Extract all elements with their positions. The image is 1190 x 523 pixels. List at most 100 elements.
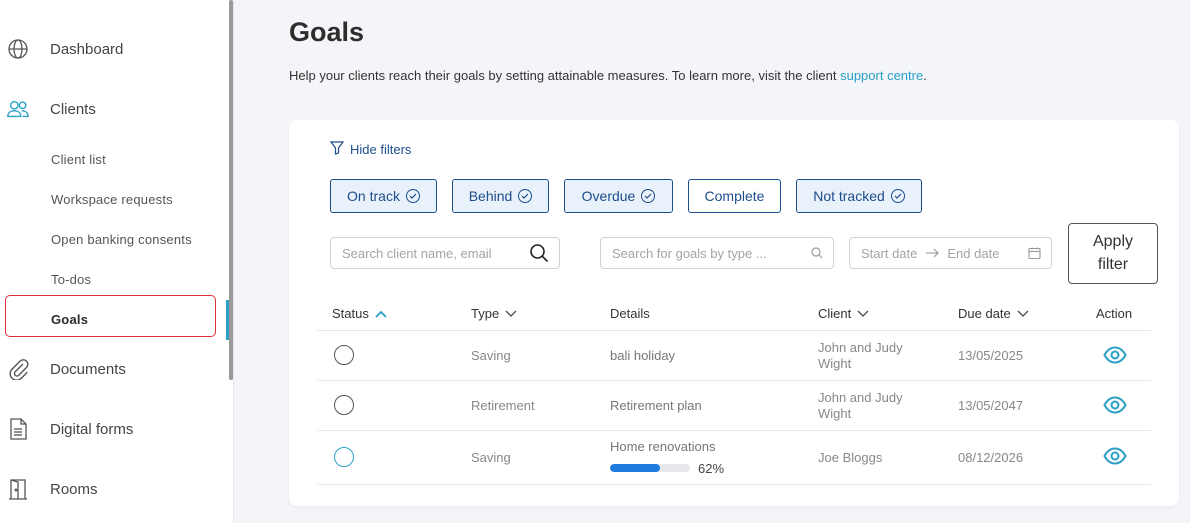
- filter-chip-behind[interactable]: Behind: [452, 179, 549, 213]
- cell-client: John and Judy: [818, 340, 903, 355]
- cell-due-date: 13/05/2047: [958, 398, 1024, 413]
- table-divider: [317, 330, 1151, 331]
- users-icon: [6, 97, 30, 121]
- start-date-placeholder: Start date: [861, 245, 918, 261]
- chip-label: Not tracked: [813, 188, 885, 204]
- apply-label-line2: filter: [1097, 256, 1129, 273]
- status-circle-icon[interactable]: [334, 447, 354, 467]
- cell-type: Retirement: [471, 398, 535, 413]
- filter-chip-complete[interactable]: Complete: [688, 179, 781, 213]
- search-icon[interactable]: [529, 243, 549, 263]
- globe-icon: [6, 37, 30, 61]
- header-label: Status: [332, 306, 369, 321]
- progress-percent: 62%: [698, 461, 725, 476]
- view-eye-icon[interactable]: [1103, 346, 1127, 364]
- chevron-down-icon: [857, 310, 869, 318]
- cell-client: John and Judy: [818, 390, 903, 405]
- nav-label: Documents: [50, 360, 126, 378]
- table-divider: [317, 380, 1151, 381]
- header-label: Action: [1096, 306, 1133, 321]
- goal-progress-bar: [610, 464, 690, 472]
- header-label: Due date: [958, 306, 1011, 321]
- chip-label: Complete: [704, 188, 765, 204]
- sidebar-item-workspace-requests[interactable]: Workspace requests: [51, 192, 173, 207]
- header-details: Details: [610, 306, 650, 321]
- apply-label-line1: Apply: [1092, 233, 1134, 250]
- goals-card: [289, 120, 1179, 506]
- header-due-date[interactable]: Due date: [958, 306, 1029, 321]
- end-date-placeholder: End date: [947, 245, 1000, 261]
- filter-chip-not-tracked[interactable]: Not tracked: [796, 179, 922, 213]
- nav-label: Digital forms: [50, 420, 134, 438]
- cell-due-date: 08/12/2026: [958, 450, 1024, 465]
- date-range-input[interactable]: Start date End date: [849, 237, 1052, 269]
- sidebar: Dashboard Clients Client list Workspace …: [0, 0, 234, 523]
- chip-label: Overdue: [581, 188, 636, 204]
- active-indicator: [226, 300, 229, 340]
- nav-label: Rooms: [50, 480, 98, 498]
- sidebar-item-client-list[interactable]: Client list: [51, 152, 106, 167]
- view-eye-icon[interactable]: [1103, 396, 1127, 414]
- arrow-right-icon: [925, 248, 940, 258]
- client-search-placeholder: Search client name, email: [342, 245, 492, 261]
- cell-type: Saving: [471, 450, 511, 465]
- hide-filters-button[interactable]: Hide filters: [329, 141, 412, 158]
- header-action: Action: [1096, 306, 1132, 321]
- form-icon: [6, 417, 30, 441]
- cell-type: Saving: [471, 348, 511, 363]
- cell-due-date: 13/05/2025: [958, 348, 1024, 363]
- nav-label: Dashboard: [50, 40, 124, 58]
- filter-chip-on-track[interactable]: On track: [330, 179, 437, 213]
- sidebar-item-todos[interactable]: To-dos: [51, 272, 91, 287]
- header-client[interactable]: Client: [818, 306, 869, 321]
- goals-highlight-box: [5, 295, 216, 337]
- cell-client-line2: Wight: [818, 356, 852, 371]
- check-circle-icon: [405, 189, 420, 203]
- calendar-icon[interactable]: [1028, 247, 1041, 260]
- sidebar-item-open-banking-consents[interactable]: Open banking consents: [51, 232, 192, 247]
- header-status[interactable]: Status: [332, 306, 387, 321]
- progress-fill: [610, 464, 660, 472]
- client-search-input[interactable]: Search client name, email: [330, 237, 560, 269]
- cell-details: Retirement plan: [610, 398, 702, 413]
- nav-item-rooms[interactable]: Rooms: [0, 469, 229, 509]
- nav-item-dashboard[interactable]: Dashboard: [0, 29, 229, 69]
- chevron-up-icon: [375, 310, 387, 318]
- paperclip-icon: [6, 357, 30, 381]
- check-circle-icon: [518, 189, 533, 203]
- page-intro: Help your clients reach their goals by s…: [289, 68, 927, 83]
- hide-filters-label: Hide filters: [350, 142, 412, 157]
- cell-details: Home renovations: [610, 439, 716, 454]
- chip-label: On track: [347, 188, 400, 204]
- status-circle-icon[interactable]: [334, 345, 354, 365]
- check-circle-icon: [890, 189, 905, 203]
- check-circle-icon: [641, 189, 656, 203]
- nav-item-clients[interactable]: Clients: [0, 89, 229, 129]
- chevron-down-icon: [505, 310, 517, 318]
- nav-item-documents[interactable]: Documents: [0, 349, 229, 389]
- header-label: Client: [818, 306, 852, 321]
- filter-icon: [329, 141, 345, 158]
- search-icon[interactable]: [811, 247, 823, 259]
- sidebar-scrollbar[interactable]: [229, 0, 233, 380]
- apply-filter-button[interactable]: Apply filter: [1068, 223, 1158, 284]
- status-circle-icon[interactable]: [334, 395, 354, 415]
- goal-search-input[interactable]: Search for goals by type ...: [600, 237, 834, 269]
- nav-label: Clients: [50, 100, 96, 118]
- chip-label: Behind: [468, 188, 513, 204]
- cell-details: bali holiday: [610, 348, 676, 363]
- nav-item-digital-forms[interactable]: Digital forms: [0, 409, 229, 449]
- table-divider: [317, 430, 1151, 431]
- view-eye-icon[interactable]: [1103, 447, 1127, 465]
- door-icon: [6, 477, 30, 501]
- page-title: Goals: [289, 17, 365, 47]
- support-centre-link[interactable]: support centre: [840, 68, 923, 83]
- intro-text: Help your clients reach their goals by s…: [289, 68, 841, 83]
- intro-end: .: [923, 68, 927, 83]
- goal-search-placeholder: Search for goals by type ...: [612, 245, 767, 261]
- header-type[interactable]: Type: [471, 306, 517, 321]
- table-divider: [317, 484, 1151, 485]
- header-label: Type: [471, 306, 500, 321]
- chevron-down-icon: [1017, 310, 1029, 318]
- filter-chip-overdue[interactable]: Overdue: [564, 179, 673, 213]
